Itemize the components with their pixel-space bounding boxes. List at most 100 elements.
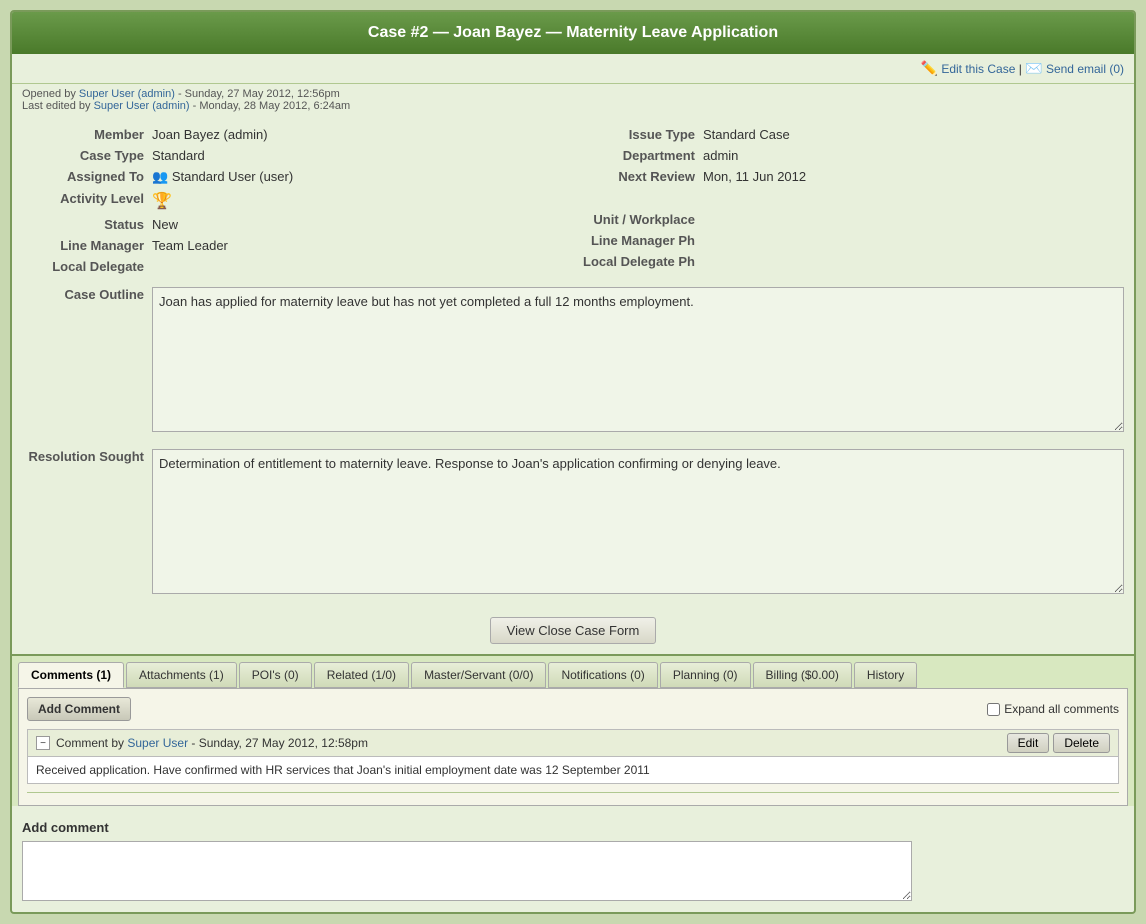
tab-content-comments: Add Comment Expand all comments − Commen… [18,688,1128,806]
next-review-label: Next Review [573,169,703,184]
edit-icon: ✏️ [921,60,938,76]
tab-related[interactable]: Related (1/0) [314,662,409,688]
opened-date: - Sunday, 27 May 2012, 12:56pm [178,88,340,100]
next-review-field: Next Review Mon, 11 Jun 2012 [573,166,1124,187]
tab-master-servant[interactable]: Master/Servant (0/0) [411,662,546,688]
case-type-value: Standard [152,148,205,163]
local-delegate-ph-field: Local Delegate Ph [573,251,1124,272]
issue-type-label: Issue Type [573,127,703,142]
unit-workplace-label: Unit / Workplace [573,212,703,227]
last-edited-date: - Monday, 28 May 2012, 6:24am [193,100,351,112]
tabs-container: Comments (1) Attachments (1) POI's (0) R… [12,654,1134,806]
title-text: Case #2 — Joan Bayez — Maternity Leave A… [368,24,778,41]
left-fields: Member Joan Bayez (admin) Case Type Stan… [22,124,573,277]
send-email-link[interactable]: Send email (0) [1046,62,1124,76]
add-comment-row: Add Comment Expand all comments [27,697,1119,721]
view-close-case-form-button[interactable]: View Close Case Form [490,617,657,644]
edit-comment-button[interactable]: Edit [1007,733,1050,753]
tab-attachments[interactable]: Attachments (1) [126,662,237,688]
tab-comments[interactable]: Comments (1) [18,662,124,688]
comment-toggle[interactable]: − [36,736,50,750]
close-case-btn-row: View Close Case Form [12,607,1134,654]
issue-type-value: Standard Case [703,127,790,142]
unit-workplace-field: Unit / Workplace [573,209,1124,230]
assigned-to-label: Assigned To [22,169,152,184]
add-comment-button[interactable]: Add Comment [27,697,131,721]
top-actions: ✏️ Edit this Case | ✉️ Send email (0) [12,54,1134,84]
add-comment-section: Add comment [12,812,1134,912]
case-outline-container [152,287,1124,435]
case-outline-row: Case Outline [22,283,1124,439]
meta-info: Opened by Super User (admin) - Sunday, 2… [12,84,1134,118]
expand-comments-container: Expand all comments [987,702,1119,716]
case-outline-label: Case Outline [22,287,152,435]
last-edited-prefix: Last edited by [22,100,91,112]
activity-icon: 🏆 [152,193,172,210]
activity-level-field: Activity Level 🏆 [22,188,573,214]
case-type-field: Case Type Standard [22,145,573,166]
expand-comments-checkbox[interactable] [987,703,1000,716]
activity-level-label: Activity Level [22,191,152,206]
line-manager-ph-field: Line Manager Ph [573,230,1124,251]
local-delegate-field: Local Delegate [22,256,573,277]
line-manager-ph-label: Line Manager Ph [573,233,703,248]
comment-date: - Sunday, 27 May 2012, 12:58pm [191,736,368,750]
line-manager-value: Team Leader [152,238,228,253]
opened-by-user[interactable]: Super User (admin) [79,88,175,100]
comment-meta: Comment by Super User - Sunday, 27 May 2… [56,736,368,750]
comment-block: − Comment by Super User - Sunday, 27 May… [27,729,1119,784]
line-manager-label: Line Manager [22,238,152,253]
tab-billing[interactable]: Billing ($0.00) [753,662,852,688]
resolution-sought-textarea[interactable] [152,449,1124,594]
comment-header-left: − Comment by Super User - Sunday, 27 May… [36,736,368,750]
case-details: Member Joan Bayez (admin) Case Type Stan… [12,118,1134,607]
main-container: Case #2 — Joan Bayez — Maternity Leave A… [10,10,1136,914]
member-label: Member [22,127,152,142]
delete-comment-button[interactable]: Delete [1053,733,1110,753]
spacer-row [573,187,1124,209]
member-field: Member Joan Bayez (admin) [22,124,573,145]
status-value: New [152,217,178,232]
member-value: Joan Bayez (admin) [152,127,268,142]
line-manager-field: Line Manager Team Leader [22,235,573,256]
comment-separator [27,792,1119,793]
resolution-sought-row: Resolution Sought [22,445,1124,601]
tab-pois[interactable]: POI's (0) [239,662,312,688]
case-outline-textarea[interactable] [152,287,1124,432]
page-title: Case #2 — Joan Bayez — Maternity Leave A… [12,12,1134,54]
activity-level-value: 🏆 [152,191,172,211]
page-wrapper: Case #2 — Joan Bayez — Maternity Leave A… [0,0,1146,924]
comment-prefix: Comment by [56,736,124,750]
add-comment-textarea[interactable] [22,841,912,901]
local-delegate-label: Local Delegate [22,259,152,274]
comment-body: Received application. Have confirmed wit… [28,757,1118,783]
department-value: admin [703,148,738,163]
status-field: Status New [22,214,573,235]
comment-actions: Edit Delete [1007,733,1110,753]
comment-header: − Comment by Super User - Sunday, 27 May… [28,730,1118,757]
department-field: Department admin [573,145,1124,166]
status-label: Status [22,217,152,232]
tabs-row: Comments (1) Attachments (1) POI's (0) R… [12,656,1134,688]
email-icon: ✉️ [1025,60,1042,76]
tab-notifications[interactable]: Notifications (0) [548,662,657,688]
assigned-icon: 👥 [152,169,168,184]
resolution-sought-container [152,449,1124,597]
edit-case-link[interactable]: Edit this Case [941,62,1015,76]
tab-history[interactable]: History [854,662,917,688]
tab-planning[interactable]: Planning (0) [660,662,751,688]
assigned-to-value: 👥 Standard User (user) [152,169,293,185]
local-delegate-ph-label: Local Delegate Ph [573,254,703,269]
issue-type-field: Issue Type Standard Case [573,124,1124,145]
add-comment-title: Add comment [22,820,1124,835]
department-label: Department [573,148,703,163]
opened-by-prefix: Opened by [22,88,76,100]
assigned-to-field: Assigned To 👥 Standard User (user) [22,166,573,188]
right-fields: Issue Type Standard Case Department admi… [573,124,1124,277]
resolution-sought-label: Resolution Sought [22,449,152,597]
expand-comments-label: Expand all comments [1004,702,1119,716]
case-type-label: Case Type [22,148,152,163]
last-edited-user[interactable]: Super User (admin) [94,100,190,112]
fields-grid: Member Joan Bayez (admin) Case Type Stan… [22,124,1124,277]
comment-author[interactable]: Super User [127,736,188,750]
